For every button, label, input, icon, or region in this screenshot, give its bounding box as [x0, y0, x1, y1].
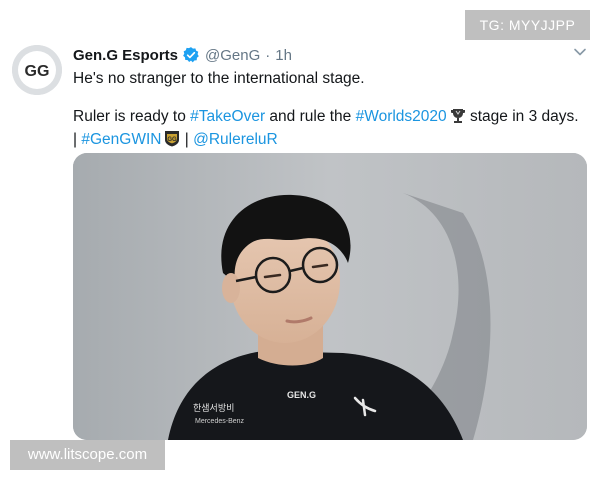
- tweet-photo[interactable]: GEN.G 한샘서방비 Mercedes-Benz: [73, 153, 587, 440]
- divider-text: |: [180, 131, 194, 148]
- jersey-sponsor-korean: 한샘서방비: [193, 403, 234, 414]
- tweet-card: GG Gen.G Esports @GenG · 1h He's no stra…: [0, 0, 600, 480]
- timestamp[interactable]: 1h: [275, 47, 292, 64]
- avatar[interactable]: GG: [12, 45, 62, 95]
- avatar-logo-text: GG: [25, 63, 50, 80]
- geng-avatar-logo-icon: GG: [12, 45, 62, 95]
- jersey-brand-text: GEN.G: [287, 390, 316, 400]
- svg-text:GG: GG: [168, 137, 178, 143]
- tweet-header: Gen.G Esports @GenG · 1h: [73, 45, 292, 65]
- dot-separator: ·: [265, 46, 271, 64]
- mention-rulerelur[interactable]: @RulereluR: [193, 131, 278, 148]
- tweet-text: He's no stranger to the international st…: [73, 67, 583, 151]
- geng-logo-icon: GG: [164, 130, 180, 147]
- tweet-line-2: Ruler is ready to #TakeOver and rule the…: [73, 105, 583, 151]
- hashtag-gengwin[interactable]: #GenGWIN: [81, 131, 161, 148]
- hashtag-worlds2020[interactable]: #Worlds2020: [356, 108, 447, 125]
- tweet-line-1: He's no stranger to the international st…: [73, 70, 365, 87]
- display-name[interactable]: Gen.G Esports: [73, 47, 178, 64]
- chevron-down-icon[interactable]: [572, 44, 588, 60]
- handle[interactable]: @GenG: [205, 47, 260, 64]
- tg-watermark: TG: MYYJJPP: [465, 10, 590, 40]
- player-portrait-image: GEN.G 한샘서방비 Mercedes-Benz: [73, 153, 587, 440]
- hashtag-takeover[interactable]: #TakeOver: [190, 108, 265, 125]
- site-watermark: www.litscope.com: [10, 440, 165, 470]
- worlds-trophy-icon: [450, 107, 466, 124]
- verified-badge-icon: [182, 46, 200, 64]
- text-segment: Ruler is ready to: [73, 108, 191, 125]
- jersey-sponsor-english: Mercedes-Benz: [195, 418, 245, 425]
- text-segment: and rule the: [265, 108, 356, 125]
